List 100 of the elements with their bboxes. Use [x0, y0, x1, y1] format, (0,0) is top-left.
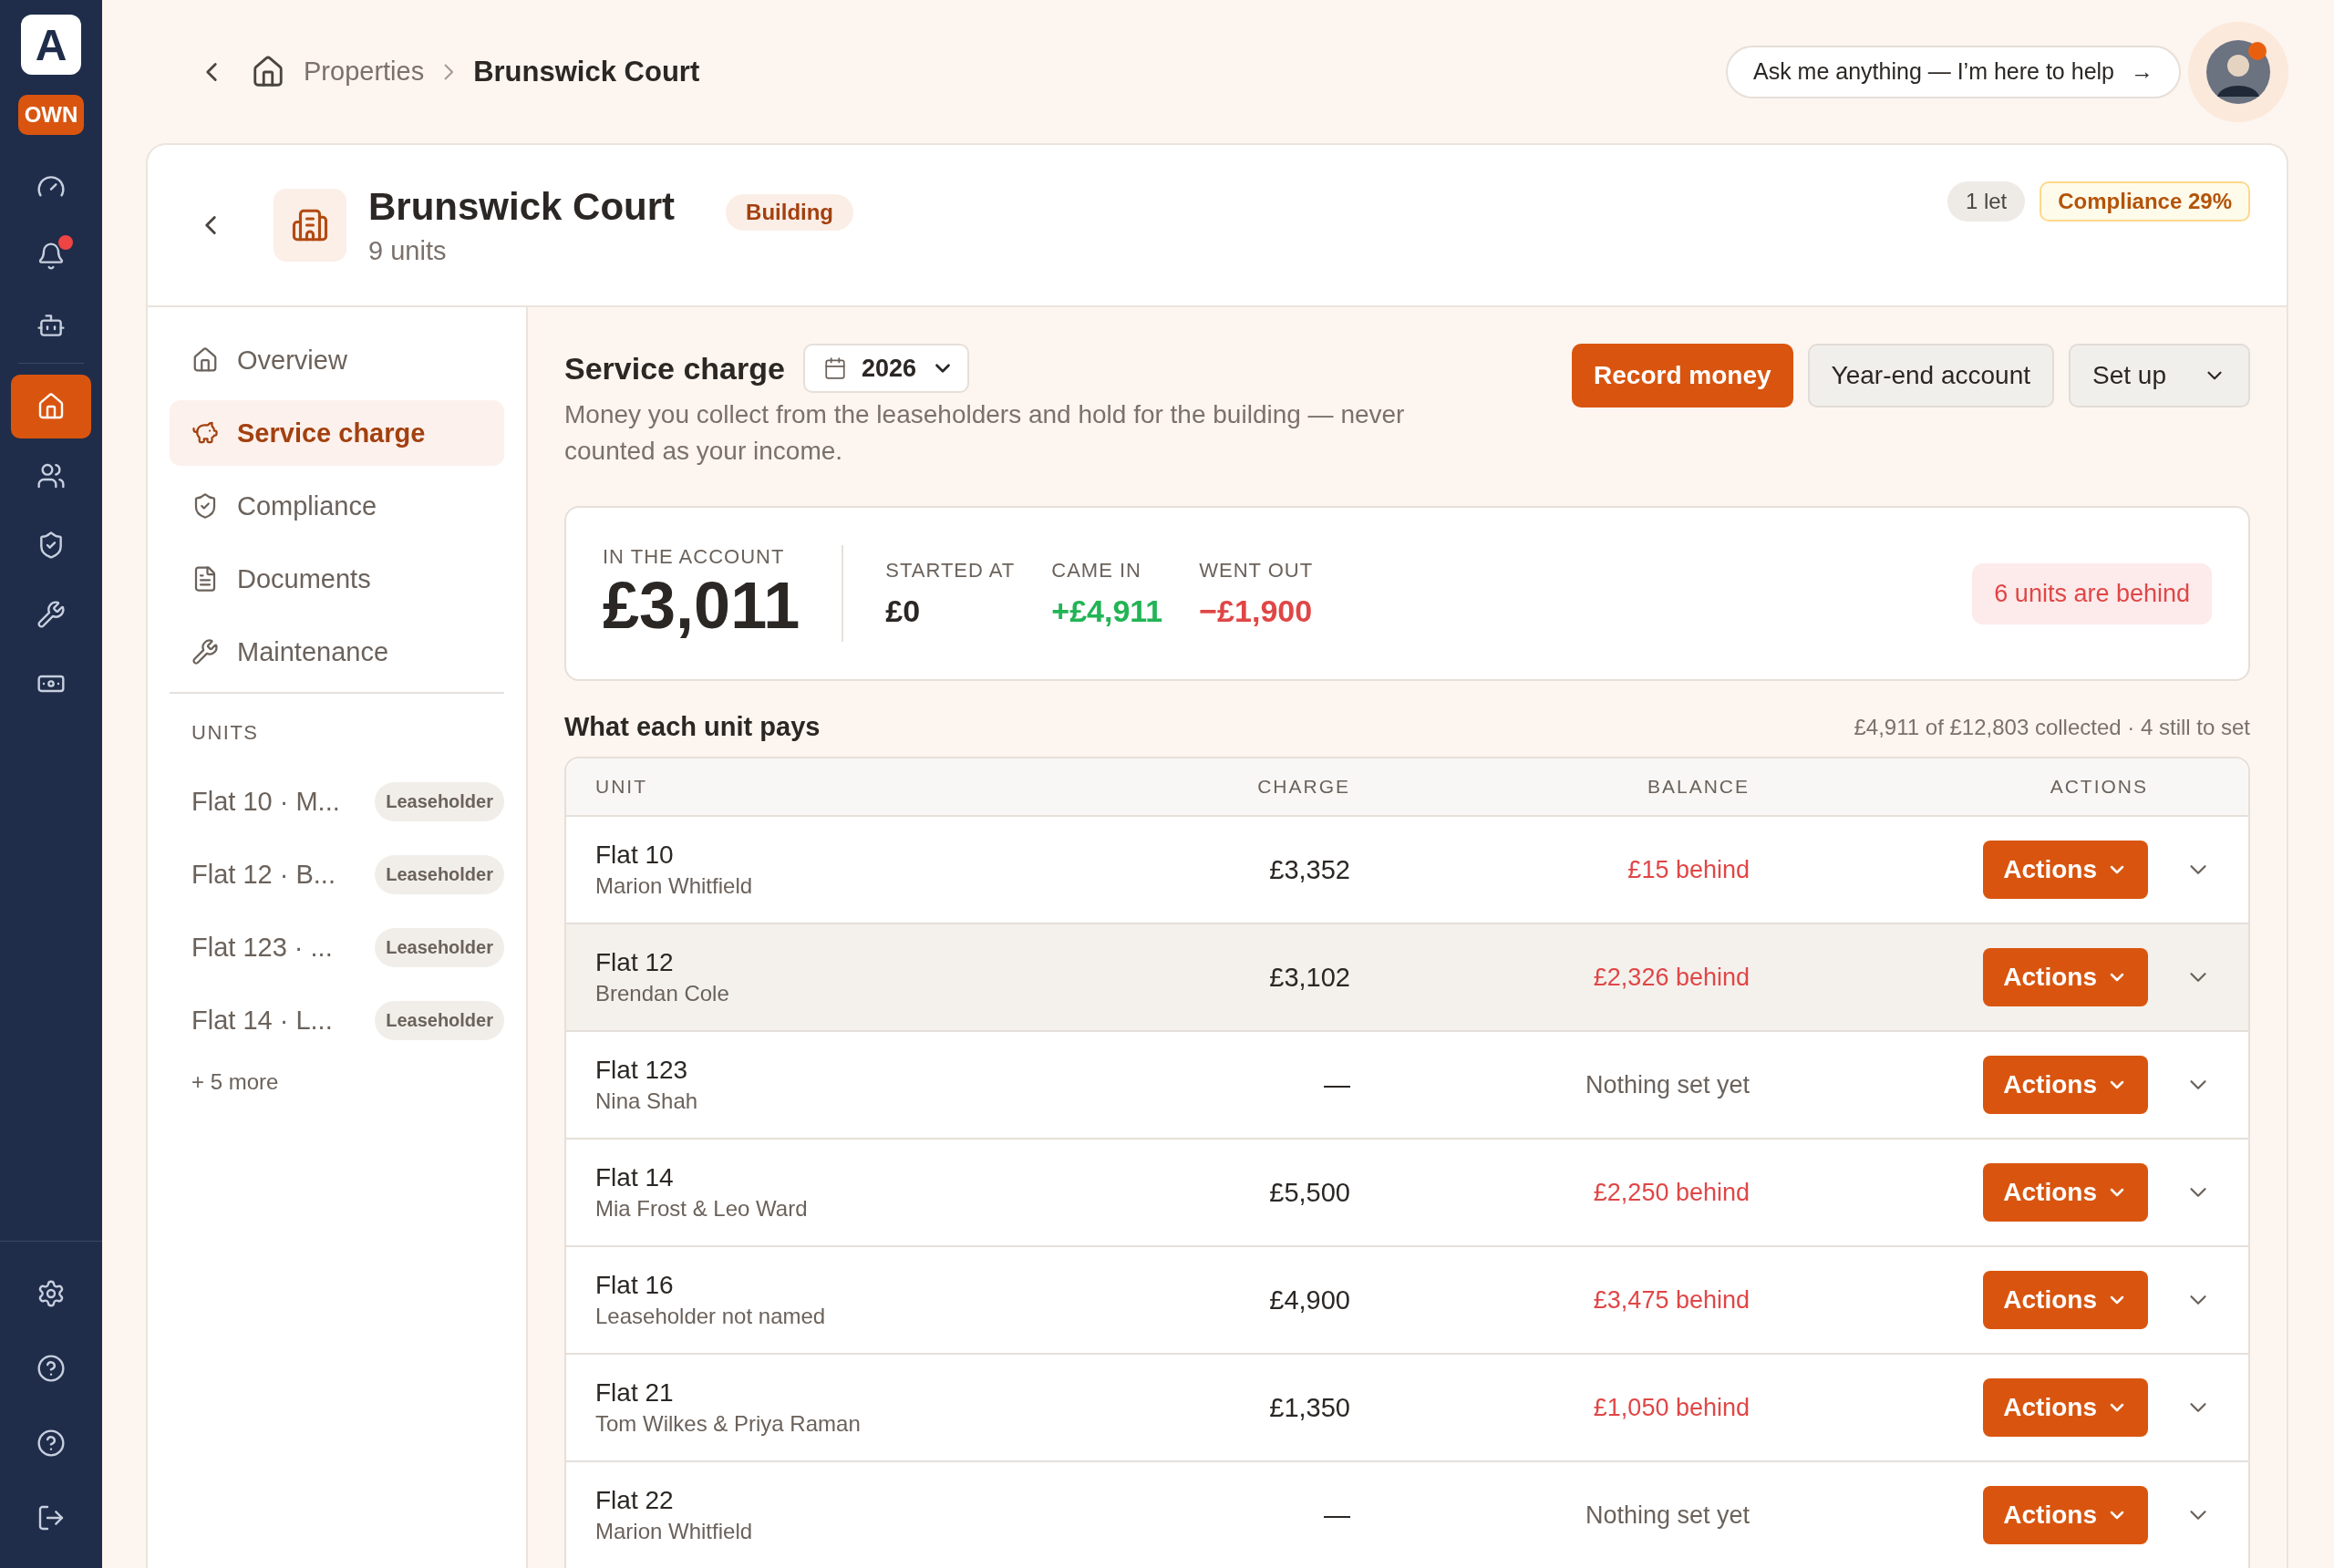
nav-item[interactable]: Maintenance	[170, 619, 504, 685]
chevron-right-icon	[444, 63, 454, 80]
home-icon	[251, 54, 285, 89]
home-button[interactable]	[251, 54, 285, 89]
nav-item[interactable]: Documents	[170, 546, 504, 612]
nav-label: Service charge	[237, 418, 426, 449]
nav-item[interactable]: Overview	[170, 327, 504, 393]
account-button[interactable]: Year-end account	[1807, 344, 2055, 407]
logout-icon	[36, 1503, 66, 1532]
nav-label: Documents	[237, 563, 371, 594]
account-balance: £3,011	[603, 569, 800, 642]
arrow-text: →	[2131, 58, 2153, 85]
balance-cell-text: £1,050 behind	[1592, 1393, 1750, 1422]
nav-label: Maintenance	[237, 636, 389, 667]
charge-cell-text: £3,352	[1268, 854, 1350, 885]
table-title: What each unit pays	[564, 712, 821, 742]
breadcrumb-link[interactable]: Properties	[304, 57, 425, 87]
actions-button[interactable]: Actions	[1983, 1486, 2148, 1544]
home-icon	[36, 392, 66, 421]
assistant-button[interactable]: Ask me anything — I’m here to help →	[1725, 45, 2181, 98]
holder-name: Nina Shah	[595, 1088, 699, 1114]
nav-label: Overview	[237, 345, 347, 376]
unit-name: Flat 21	[595, 1378, 675, 1408]
unit-link[interactable]: Flat 12 · B...	[191, 859, 336, 890]
charge-cell-text: £3,102	[1268, 962, 1350, 993]
holder-name: Leaseholder not named	[595, 1304, 827, 1329]
holder-name: Mia Frost & Leo Ward	[595, 1196, 809, 1222]
balance-cell-text: £2,250 behind	[1592, 1178, 1750, 1207]
status-badge: 1 let	[1947, 181, 2026, 222]
wrench-icon	[36, 600, 66, 629]
unit-link[interactable]: Flat 14 · L...	[191, 1005, 333, 1036]
section-description: Money you collect from the leaseholders and hold for the building — never counted as your income.	[564, 399, 1406, 467]
setup-dropdown[interactable]: Set up	[2069, 344, 2250, 407]
unit-name: Flat 10	[595, 841, 675, 870]
unit-name: Flat 14	[595, 1163, 675, 1192]
nav-item[interactable]: Service charge	[170, 400, 504, 466]
users-icon	[36, 461, 66, 490]
notification-dot	[57, 233, 75, 252]
charge-cell-text: £5,500	[1268, 1177, 1350, 1208]
more-link[interactable]: + 5 more	[170, 1057, 504, 1108]
stat-value: £0	[885, 593, 922, 629]
actions-button[interactable]: Actions	[1983, 948, 2148, 1006]
status-dot	[2248, 41, 2267, 60]
help-icon	[36, 1429, 66, 1458]
logo[interactable]: A	[21, 15, 81, 75]
unit-link[interactable]: Flat 10 · M...	[191, 786, 340, 817]
nav-label: Compliance	[237, 490, 377, 521]
actions-button[interactable]: Actions	[1983, 1056, 2148, 1114]
avatar[interactable]	[2206, 39, 2270, 104]
home-icon	[191, 346, 219, 374]
wrench-icon	[191, 638, 219, 665]
unit-name: Flat 12	[595, 948, 675, 977]
stat-value: +£4,911	[1051, 593, 1163, 629]
unit-link[interactable]: Flat 123 · ...	[191, 932, 333, 963]
column-header: ACTIONS	[2049, 776, 2148, 798]
balance-cell-text: £15 behind	[1627, 855, 1750, 884]
section-title: Service charge	[564, 350, 785, 387]
stat-label: IN THE ACCOUNT	[603, 545, 786, 569]
bell-icon	[36, 242, 66, 271]
column-header: CHARGE	[1256, 776, 1350, 798]
holder-name: Marion Whitfield	[595, 1519, 754, 1544]
section-heading: UNITS	[191, 721, 260, 745]
actions-button[interactable]: Actions	[1983, 1271, 2148, 1329]
alert-badge: 6 units are behind	[1972, 562, 2212, 624]
nav-item[interactable]: Compliance	[170, 473, 504, 539]
charge-cell-text: £1,350	[1268, 1392, 1350, 1423]
calendar-icon	[822, 356, 847, 380]
actions-button[interactable]: Actions	[1983, 1378, 2148, 1437]
role-tag: Leaseholder	[375, 1000, 504, 1040]
holder-name: Marion Whitfield	[595, 873, 754, 899]
breadcrumb-current: Brunswick Court	[473, 55, 700, 88]
building-title: Brunswick Court	[368, 184, 676, 229]
charge-cell-text: —	[1323, 1500, 1350, 1531]
building-tag: Building	[726, 194, 854, 231]
own-badge: OWN	[18, 95, 84, 135]
column-header: UNIT	[594, 776, 648, 798]
settings-icon	[36, 1279, 66, 1308]
balance-cell-text: £3,475 behind	[1592, 1285, 1750, 1315]
role-tag: Leaseholder	[375, 927, 504, 967]
role-tag: Leaseholder	[375, 854, 504, 894]
stat-label: WENT OUT	[1199, 558, 1314, 583]
year-select[interactable]: 2026	[802, 344, 969, 393]
building-subtitle: 9 units	[368, 235, 448, 266]
balance-cell-text: £2,326 behind	[1592, 963, 1750, 992]
charge-cell-text: £4,900	[1268, 1284, 1350, 1315]
actions-button[interactable]: Actions	[1983, 1163, 2148, 1222]
holder-name: Brendan Cole	[595, 981, 730, 1006]
balance-cell-text: Nothing set yet	[1584, 1501, 1750, 1530]
actions-button[interactable]: Actions	[1983, 841, 2148, 899]
column-header: BALANCE	[1646, 776, 1750, 798]
stat-label: CAME IN	[1051, 558, 1142, 583]
building-icon	[274, 189, 346, 262]
sidebar-button[interactable]	[11, 375, 91, 438]
balance-cell-text: Nothing set yet	[1584, 1070, 1750, 1099]
table-note: £4,911 of £12,803 collected · 4 still to set	[1854, 714, 2250, 740]
record-button[interactable]: Record money	[1572, 344, 1793, 407]
unit-name: Flat 22	[595, 1486, 675, 1515]
stat-label: STARTED AT	[885, 558, 1016, 583]
unit-name: Flat 16	[595, 1271, 675, 1300]
stat-value: −£1,900	[1199, 593, 1314, 629]
